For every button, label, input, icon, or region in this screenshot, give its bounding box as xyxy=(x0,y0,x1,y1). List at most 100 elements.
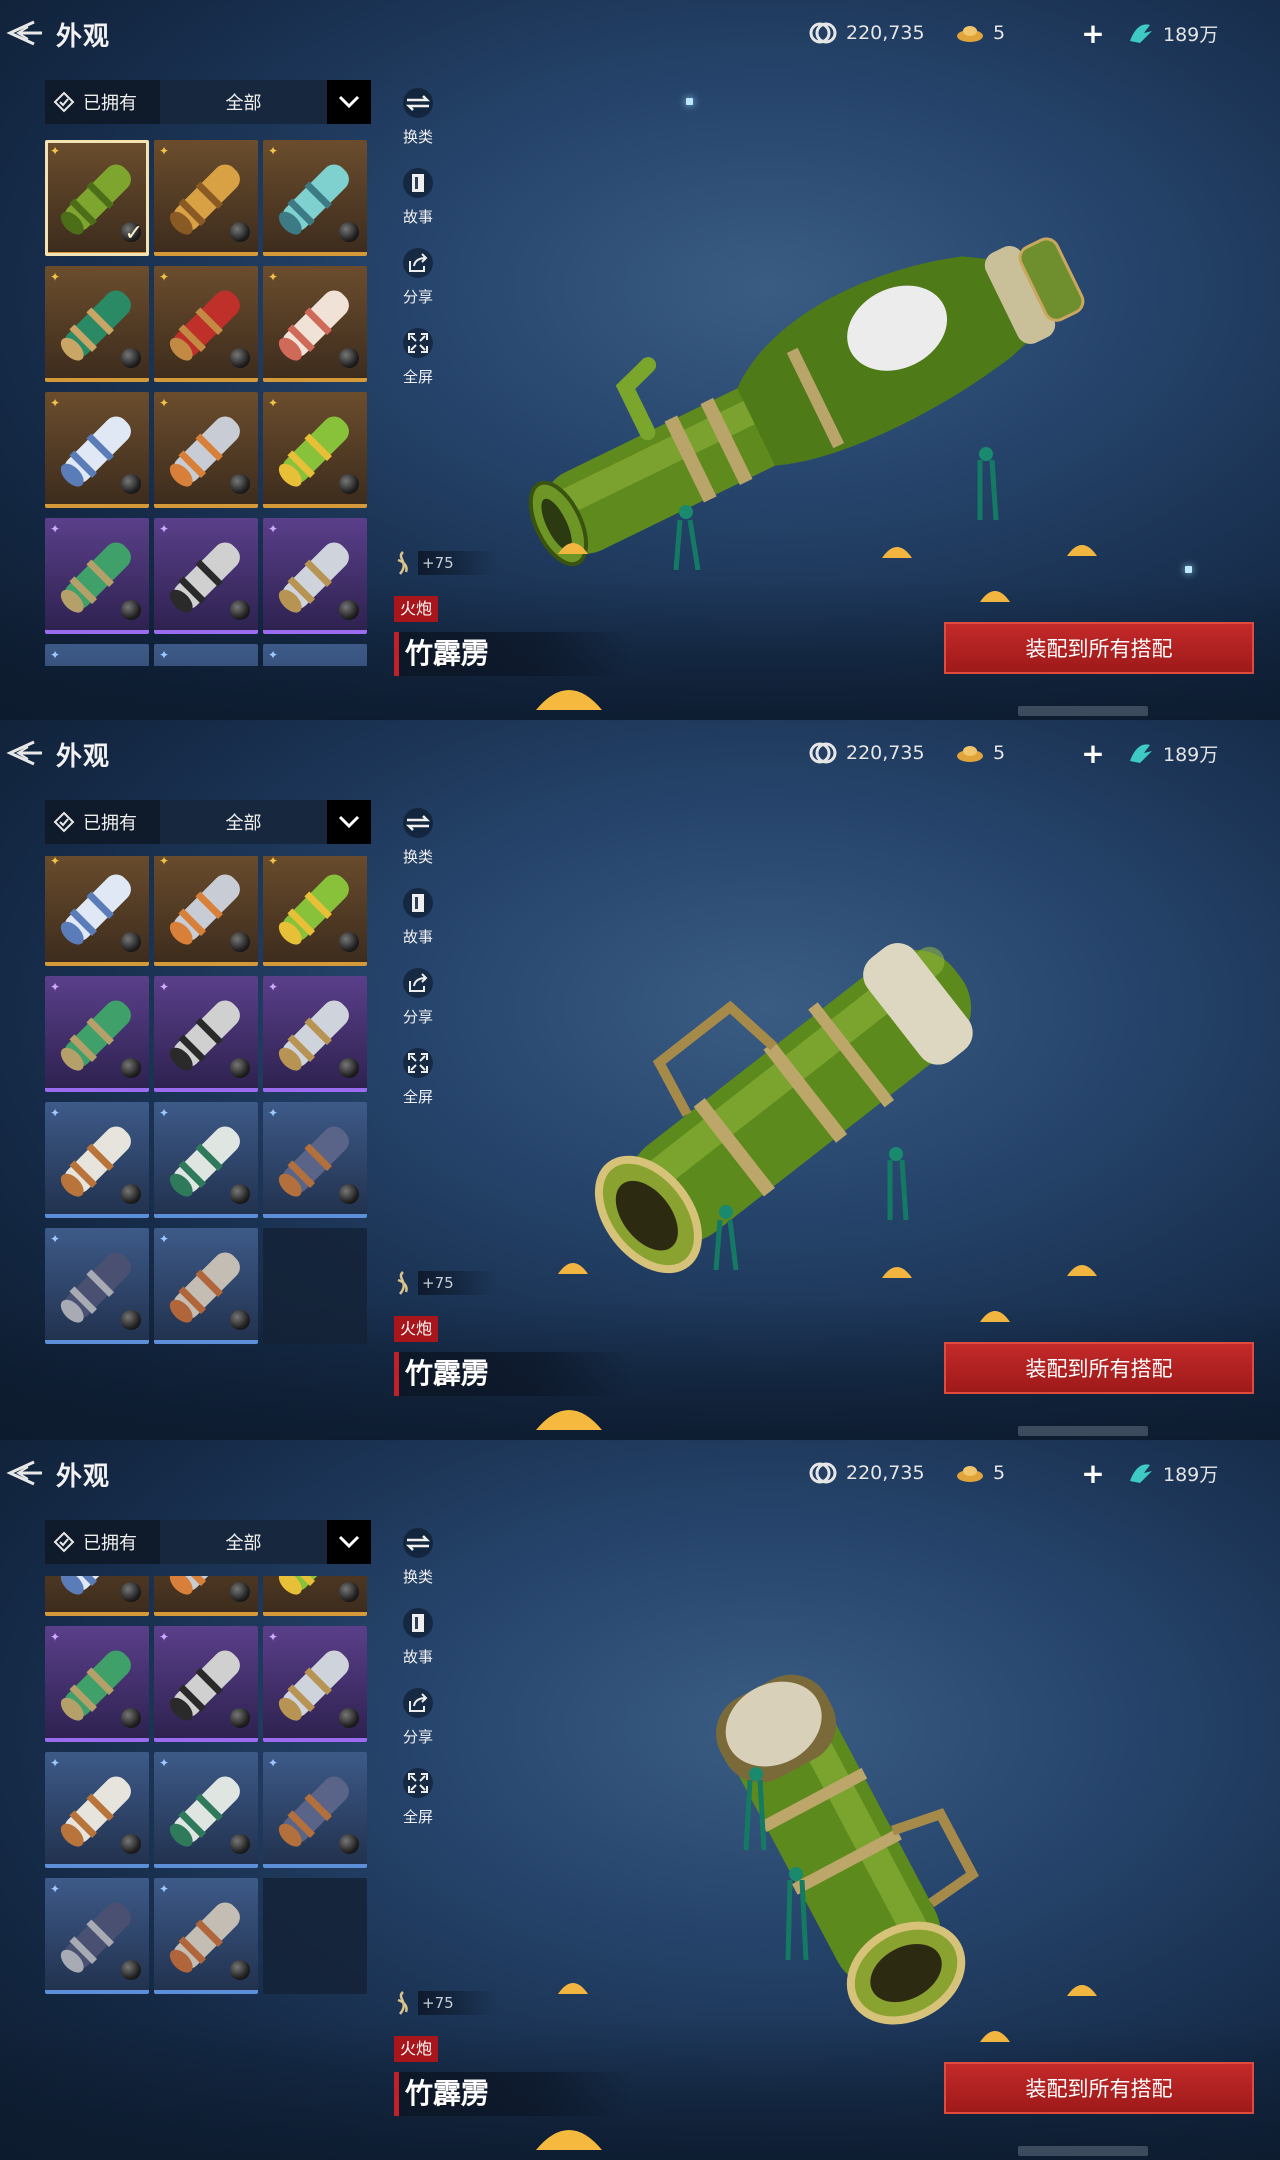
equip-all-button[interactable]: 装配到所有搭配 xyxy=(944,622,1254,674)
item-slot-silver-black[interactable]: ✦ xyxy=(154,1626,258,1742)
item-slot-jade-band[interactable]: ✦ xyxy=(45,518,149,634)
item-grid[interactable]: ✦✦✦✦✦✦✦✦✦✦✦ xyxy=(45,856,371,1386)
item-slot-bamboo[interactable]: ✦ ✓ xyxy=(45,140,149,256)
item-slot-navy-steel[interactable]: ✦ xyxy=(45,1228,149,1344)
cannon-model[interactable] xyxy=(680,1630,980,2030)
fullscreen-button[interactable]: 全屏 xyxy=(392,328,444,408)
item-slot-silver-black[interactable]: ✦ xyxy=(154,518,258,634)
item-slot-rust-steel[interactable]: ✦ xyxy=(154,1228,258,1344)
item-slot-navy-copper[interactable]: ✦ xyxy=(263,644,367,666)
item-slot-white-green[interactable]: ✦ xyxy=(154,1102,258,1218)
enhance-value: +75 xyxy=(418,1991,498,2015)
cannon-model[interactable] xyxy=(560,920,1020,1280)
story-button[interactable]: 故事 xyxy=(392,888,444,968)
share-label: 分享 xyxy=(402,1008,433,1026)
item-slot-jade-band[interactable]: ✦ xyxy=(45,976,149,1092)
currency-coin-value: 220,735 xyxy=(846,22,925,44)
swap-button[interactable]: 换类 xyxy=(392,88,444,168)
fullscreen-button[interactable]: 全屏 xyxy=(392,1768,444,1848)
category-select-value: 全部 xyxy=(225,93,262,114)
cannonball-icon xyxy=(339,1582,359,1602)
share-button[interactable]: 分享 xyxy=(392,248,444,328)
item-slot-navy-copper[interactable]: ✦ xyxy=(263,1752,367,1868)
cannonball-icon xyxy=(230,1184,250,1204)
item-slot-jade-band[interactable]: ✦ xyxy=(45,1626,149,1742)
owned-filter-toggle[interactable]: 已拥有 xyxy=(45,800,160,844)
item-slot-corn-yellow[interactable]: ✦ xyxy=(263,1576,367,1616)
fullscreen-label: 全屏 xyxy=(402,1808,433,1826)
item-slot-white-horn[interactable]: ✦ xyxy=(45,856,149,966)
cannon-model[interactable] xyxy=(440,190,1160,570)
add-icon[interactable]: + xyxy=(1078,1457,1108,1490)
lotus-lamp xyxy=(1067,1265,1097,1276)
lotus-lamp xyxy=(536,690,602,710)
category-select[interactable]: 全部 xyxy=(160,1520,371,1564)
cannonball-icon xyxy=(121,1310,141,1330)
owned-filter-toggle[interactable]: 已拥有 xyxy=(45,80,160,124)
item-type-badge: 火炮 xyxy=(394,596,439,622)
item-slot-jade-dragon[interactable]: ✦ xyxy=(263,140,367,256)
item-slot-silver-gold[interactable]: ✦ xyxy=(263,1626,367,1742)
cannonball-icon xyxy=(339,1834,359,1854)
enhance-level: +75 xyxy=(392,550,498,576)
story-button[interactable]: 故事 xyxy=(392,168,444,248)
item-type-badge: 火炮 xyxy=(394,2036,439,2062)
back-arrow-icon[interactable] xyxy=(4,1458,44,1488)
chevron-down-icon[interactable] xyxy=(327,800,371,844)
equip-all-button[interactable]: 装配到所有搭配 xyxy=(944,1342,1254,1394)
back-arrow-icon[interactable] xyxy=(4,18,44,48)
swap-label: 换类 xyxy=(402,848,433,866)
item-name-bar: 竹霹雳 xyxy=(394,1352,630,1396)
item-slot-white-copper[interactable]: ✦ xyxy=(45,644,149,666)
currency-ingot: 5 xyxy=(955,738,1005,768)
item-slot-white-horn[interactable]: ✦ xyxy=(45,1576,149,1616)
item-slot-white-horn[interactable]: ✦ xyxy=(45,392,149,508)
add-icon[interactable]: + xyxy=(1078,737,1108,770)
story-button[interactable]: 故事 xyxy=(392,1608,444,1688)
chevron-down-icon[interactable] xyxy=(327,80,371,124)
item-slot-corn-yellow[interactable]: ✦ xyxy=(263,856,367,966)
add-icon[interactable]: + xyxy=(1078,17,1108,50)
item-slot-white-green[interactable]: ✦ xyxy=(154,644,258,666)
item-slot-white-crane[interactable]: ✦ xyxy=(263,266,367,382)
item-slot-navy-copper[interactable]: ✦ xyxy=(263,1102,367,1218)
swap-button[interactable]: 换类 xyxy=(392,808,444,888)
owned-filter-toggle[interactable]: 已拥有 xyxy=(45,1520,160,1564)
item-slot-silver-black[interactable]: ✦ xyxy=(154,976,258,1092)
back-arrow-icon[interactable] xyxy=(4,738,44,768)
chevron-down-icon[interactable] xyxy=(327,1520,371,1564)
screen-view-2: 外观 220,735 5 + 189万 已拥有 全部 ✦ ✦ ✦ ✦ ✦ ✦ ✦ ✦ ✦ ✦ ✦ 换… xyxy=(0,720,1280,1440)
category-select[interactable]: 全部 xyxy=(160,80,371,124)
item-slot-golden-dragon[interactable]: ✦ xyxy=(154,140,258,256)
cannonball-icon xyxy=(121,348,141,368)
swap-button[interactable]: 换类 xyxy=(392,1528,444,1608)
item-grid[interactable]: ✦✓✦✦✦✦✦✦✦✦✦✦✦✦✦✦✦✦ xyxy=(45,136,371,666)
category-select-value: 全部 xyxy=(225,813,262,834)
share-button[interactable]: 分享 xyxy=(392,1688,444,1768)
share-button[interactable]: 分享 xyxy=(392,968,444,1048)
item-slot-silver-gold[interactable]: ✦ xyxy=(263,976,367,1092)
item-slot-green-serpent[interactable]: ✦ xyxy=(45,266,149,382)
item-grid[interactable]: ✦✦✦✦✦✦✦✦✦✦✦ xyxy=(45,1576,371,2106)
item-slot-silver-crystal[interactable]: ✦ xyxy=(154,856,258,966)
item-slot-silver-gold[interactable]: ✦ xyxy=(263,518,367,634)
equip-all-button[interactable]: 装配到所有搭配 xyxy=(944,2062,1254,2114)
cannonball-icon xyxy=(339,1058,359,1078)
empty-slot xyxy=(263,1228,367,1344)
fullscreen-icon xyxy=(403,328,433,358)
cannon-thumbnail xyxy=(271,656,359,666)
filter-bar: 已拥有 全部 xyxy=(45,1520,371,1564)
item-slot-corn-yellow[interactable]: ✦ xyxy=(263,392,367,508)
category-select[interactable]: 全部 xyxy=(160,800,371,844)
item-slot-silver-crystal[interactable]: ✦ xyxy=(154,392,258,508)
currency-coin: 220,735 xyxy=(808,1458,925,1488)
currency-jade: 189万 xyxy=(1125,1458,1218,1488)
item-slot-white-green[interactable]: ✦ xyxy=(154,1752,258,1868)
item-slot-silver-crystal[interactable]: ✦ xyxy=(154,1576,258,1616)
item-slot-red-bronze[interactable]: ✦ xyxy=(154,266,258,382)
item-slot-rust-steel[interactable]: ✦ xyxy=(154,1878,258,1994)
item-slot-white-copper[interactable]: ✦ xyxy=(45,1102,149,1218)
item-slot-white-copper[interactable]: ✦ xyxy=(45,1752,149,1868)
fullscreen-button[interactable]: 全屏 xyxy=(392,1048,444,1128)
item-slot-navy-steel[interactable]: ✦ xyxy=(45,1878,149,1994)
